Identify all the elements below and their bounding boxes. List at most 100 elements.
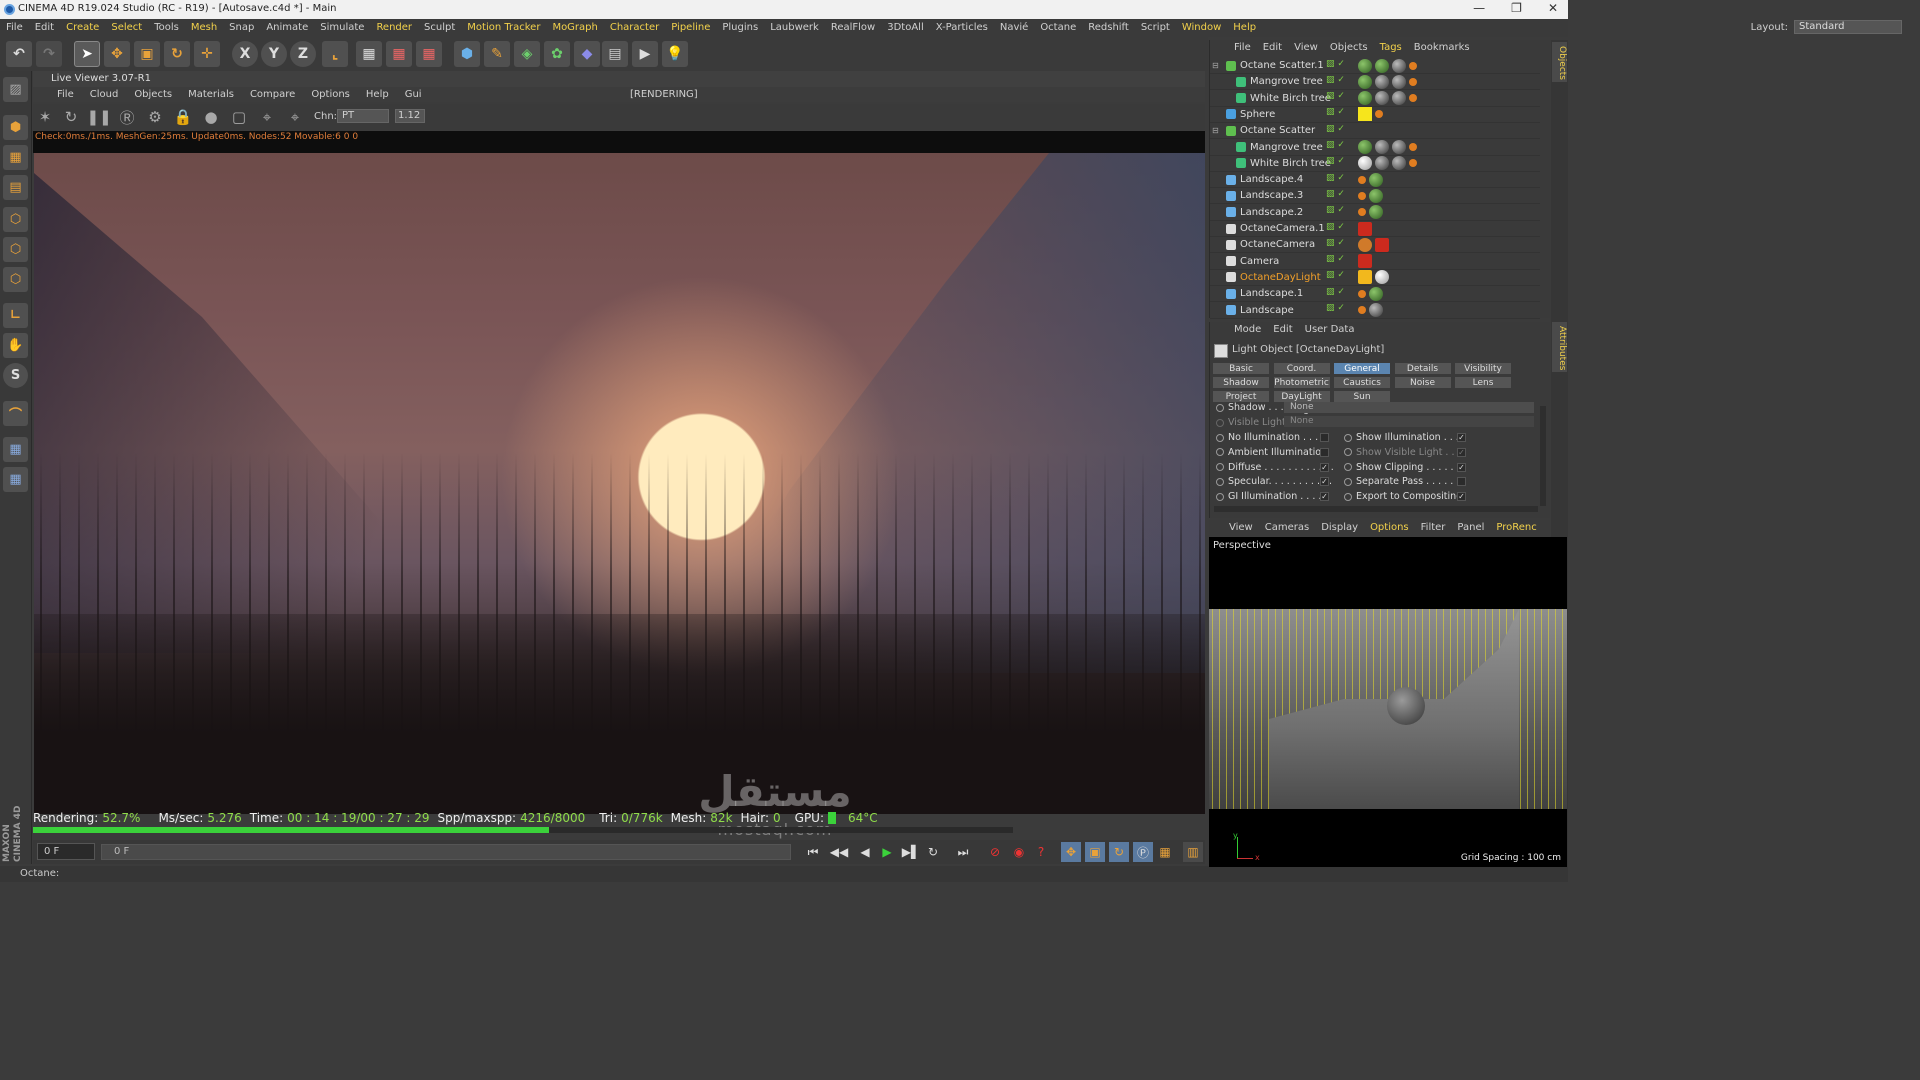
object-row[interactable]: OctaneCamera.1 ▨ ✓ [1210,221,1540,237]
objects-menu-edit[interactable]: Edit [1257,40,1288,56]
object-visibility-flags[interactable]: ▨ ✓ [1326,59,1354,73]
camera-icon[interactable]: ▶ [632,41,658,67]
param-checkbox[interactable]: ✓ [1457,447,1466,457]
channel-dropdown[interactable]: PT [337,109,389,123]
object-visibility-flags[interactable]: ▨ ✓ [1326,91,1354,105]
object-row[interactable]: Mangrove tree ▨ ✓ [1210,74,1540,91]
record-icon[interactable]: ⊘ [985,842,1005,862]
menu-create[interactable]: Create [60,19,105,37]
animate-radio-icon[interactable] [1216,477,1224,486]
minimize-button[interactable]: — [1473,1,1485,15]
object-row[interactable]: Landscape.4 ▨ ✓ [1210,172,1540,189]
send-scene-icon[interactable]: ✶ [35,107,55,127]
region-render-icon[interactable]: Ⓡ [117,107,137,127]
object-visibility-flags[interactable]: ▨ ✓ [1326,107,1354,121]
cube-primitive-icon[interactable]: ⬢ [454,41,480,67]
object-visibility-flags[interactable]: ▨ ✓ [1326,75,1354,89]
param-checkbox[interactable]: ✓ [1457,462,1466,472]
timeline-layout-icon[interactable]: ▥ [1183,842,1203,862]
tag-icon[interactable] [1375,140,1389,154]
attr-menu-mode[interactable]: Mode [1228,322,1267,338]
model-mode-icon[interactable]: ⬢ [3,115,28,140]
subdivision-icon[interactable]: ◈ [514,41,540,67]
prev-frame-icon[interactable]: ◀ [855,842,875,862]
menu-render[interactable]: Render [370,19,418,37]
object-row[interactable]: White Birch tree ▨ ✓ [1210,156,1540,172]
lv-menu-help[interactable]: Help [358,87,397,102]
z-axis-lock-icon[interactable]: Z [290,41,316,67]
tag-icon[interactable] [1375,237,1389,252]
tag-icon[interactable] [1369,303,1383,317]
viewport-menu-display[interactable]: Display [1315,520,1364,536]
object-visibility-flags[interactable]: ▨ ✓ [1326,173,1354,187]
tag-icon[interactable] [1358,175,1366,184]
tag-icon[interactable] [1358,107,1372,122]
prev-key-icon[interactable]: ◀◀ [829,842,849,862]
maximize-button[interactable]: ❐ [1511,1,1522,15]
key-position-icon[interactable]: ✥ [1061,842,1081,862]
clay-mode-icon[interactable]: ▢ [229,107,249,127]
attributes-dock-tab[interactable]: Attributes [1552,322,1567,372]
tab-photometric[interactable]: Photometric [1272,376,1331,389]
menu-sculpt[interactable]: Sculpt [418,19,461,37]
tag-icon[interactable] [1369,205,1383,220]
menu-file[interactable]: File [0,19,29,37]
tag-icon[interactable] [1358,237,1372,252]
object-row[interactable]: ⊟ Octane Scatter ▨ ✓ [1210,123,1540,140]
animate-radio-icon[interactable] [1344,448,1352,457]
tab-coord[interactable]: Coord. [1272,362,1331,375]
tab-basic[interactable]: Basic [1212,362,1270,375]
tag-icon[interactable] [1358,270,1372,285]
animate-radio-icon[interactable] [1344,492,1352,501]
lv-menu-compare[interactable]: Compare [242,87,303,102]
lv-menu-cloud[interactable]: Cloud [82,87,127,102]
object-row[interactable]: White Birch tree ▨ ✓ [1210,91,1540,107]
edges-mode-icon[interactable]: ⬡ [3,237,28,262]
object-row[interactable]: OctaneCamera ▨ ✓ [1210,237,1540,254]
tab-details[interactable]: Details [1393,362,1452,375]
object-visibility-flags[interactable]: ▨ ✓ [1326,222,1354,236]
tag-icon[interactable] [1358,58,1372,73]
menu-motion-tracker[interactable]: Motion Tracker [461,19,546,37]
viewport-menu-panel[interactable]: Panel [1451,520,1490,536]
next-frame-icon[interactable]: ▶▌ [901,842,921,862]
tag-icon[interactable] [1375,110,1383,119]
render-view-icon[interactable]: ▦ [356,41,382,67]
menu-window[interactable]: Window [1176,19,1227,37]
lv-menu-options[interactable]: Options [303,87,358,102]
objects-menu-tags[interactable]: Tags [1374,40,1408,56]
x-axis-lock-icon[interactable]: X [232,41,258,67]
tag-icon[interactable] [1358,156,1372,171]
viewport-menu-options[interactable]: Options [1364,520,1415,536]
lv-menu-materials[interactable]: Materials [180,87,242,102]
animate-radio-icon[interactable] [1216,463,1224,472]
floor-icon[interactable]: ▤ [602,41,628,67]
menu-script[interactable]: Script [1135,19,1176,37]
tag-icon[interactable] [1409,143,1417,151]
tab-visibility[interactable]: Visibility [1454,362,1512,375]
param-checkbox[interactable]: ✓ [1320,462,1329,472]
param-checkbox[interactable] [1457,477,1466,487]
tag-icon[interactable] [1375,74,1389,89]
tab-shadow[interactable]: Shadow [1212,376,1270,389]
object-visibility-flags[interactable]: ▨ ✓ [1326,140,1354,154]
attributes-hscrollbar[interactable] [1214,506,1538,512]
timeline-slider[interactable]: 0 F [101,844,791,860]
perspective-viewport[interactable]: Perspective y x Grid Spacing : 100 cm [1209,537,1567,867]
viewport-menu-filter[interactable]: Filter [1415,520,1452,536]
object-visibility-flags[interactable]: ▨ ✓ [1326,254,1354,268]
menu-3dtoall[interactable]: 3DtoAll [881,19,930,37]
visible-light-dropdown[interactable]: None [1284,416,1534,427]
shadow-dropdown[interactable]: None [1284,402,1534,413]
tweak-mode-icon[interactable]: ✋ [3,333,28,358]
close-button[interactable]: ✕ [1548,1,1558,15]
menu-realflow[interactable]: RealFlow [825,19,881,37]
coordinate-system-icon[interactable]: ⌞ [322,41,348,67]
menu-pipeline[interactable]: Pipeline [665,19,716,37]
tag-icon[interactable] [1392,74,1406,89]
menu-redshift[interactable]: Redshift [1082,19,1135,37]
array-icon[interactable]: ✿ [544,41,570,67]
tag-icon[interactable] [1375,270,1389,285]
layout-dropdown[interactable]: Standard [1794,20,1902,34]
edit-render-settings-icon[interactable]: ▦ [416,41,442,67]
